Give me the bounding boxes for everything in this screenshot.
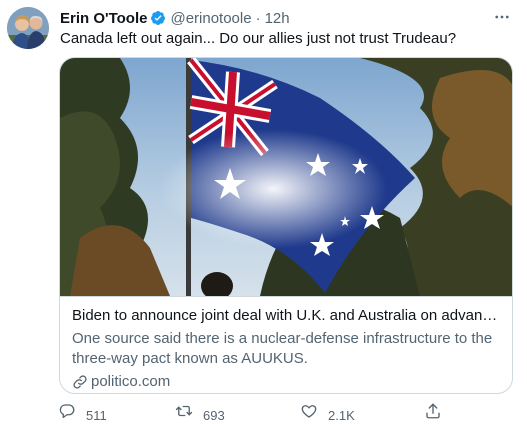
reply-icon [58,402,76,423]
card-domain: politico.com [72,372,500,392]
card-body: Biden to announce joint deal with U.K. a… [72,306,500,392]
reply-count: 511 [86,407,107,423]
more-options-icon[interactable] [491,6,513,28]
header-separator: · [255,9,261,27]
heart-icon [300,402,318,423]
card-image-australian-flag [60,58,512,296]
tweet-actions: 511 693 2.1K [58,402,458,424]
tweet-header: Erin O'Toole @erinotoole · 12h [60,9,290,27]
tweet-text: Canada left out again... Do our allies j… [60,30,457,47]
card-domain-text: politico.com [91,373,171,390]
card-title: Biden to announce joint deal with U.K. a… [72,307,500,324]
retweet-count: 693 [203,407,225,423]
link-icon [72,374,88,390]
card-description: One source said there is a nuclear-defen… [72,330,493,367]
retweet-button[interactable]: 693 [175,402,225,423]
verified-badge-icon [150,10,166,26]
tweet[interactable]: Erin O'Toole @erinotoole · 12h Canada le… [0,0,527,424]
tweet-timestamp[interactable]: 12h [265,10,290,27]
link-card[interactable]: Biden to announce joint deal with U.K. a… [59,57,513,394]
card-divider [60,296,512,297]
author-avatar[interactable] [7,7,49,49]
like-button[interactable]: 2.1K [300,402,355,423]
author-handle[interactable]: @erinotoole [170,10,251,27]
like-count: 2.1K [328,407,355,423]
author-name[interactable]: Erin O'Toole [60,10,147,27]
share-button[interactable] [424,402,442,423]
reply-button[interactable]: 511 [58,402,107,423]
share-icon [424,402,442,423]
retweet-icon [175,402,193,423]
